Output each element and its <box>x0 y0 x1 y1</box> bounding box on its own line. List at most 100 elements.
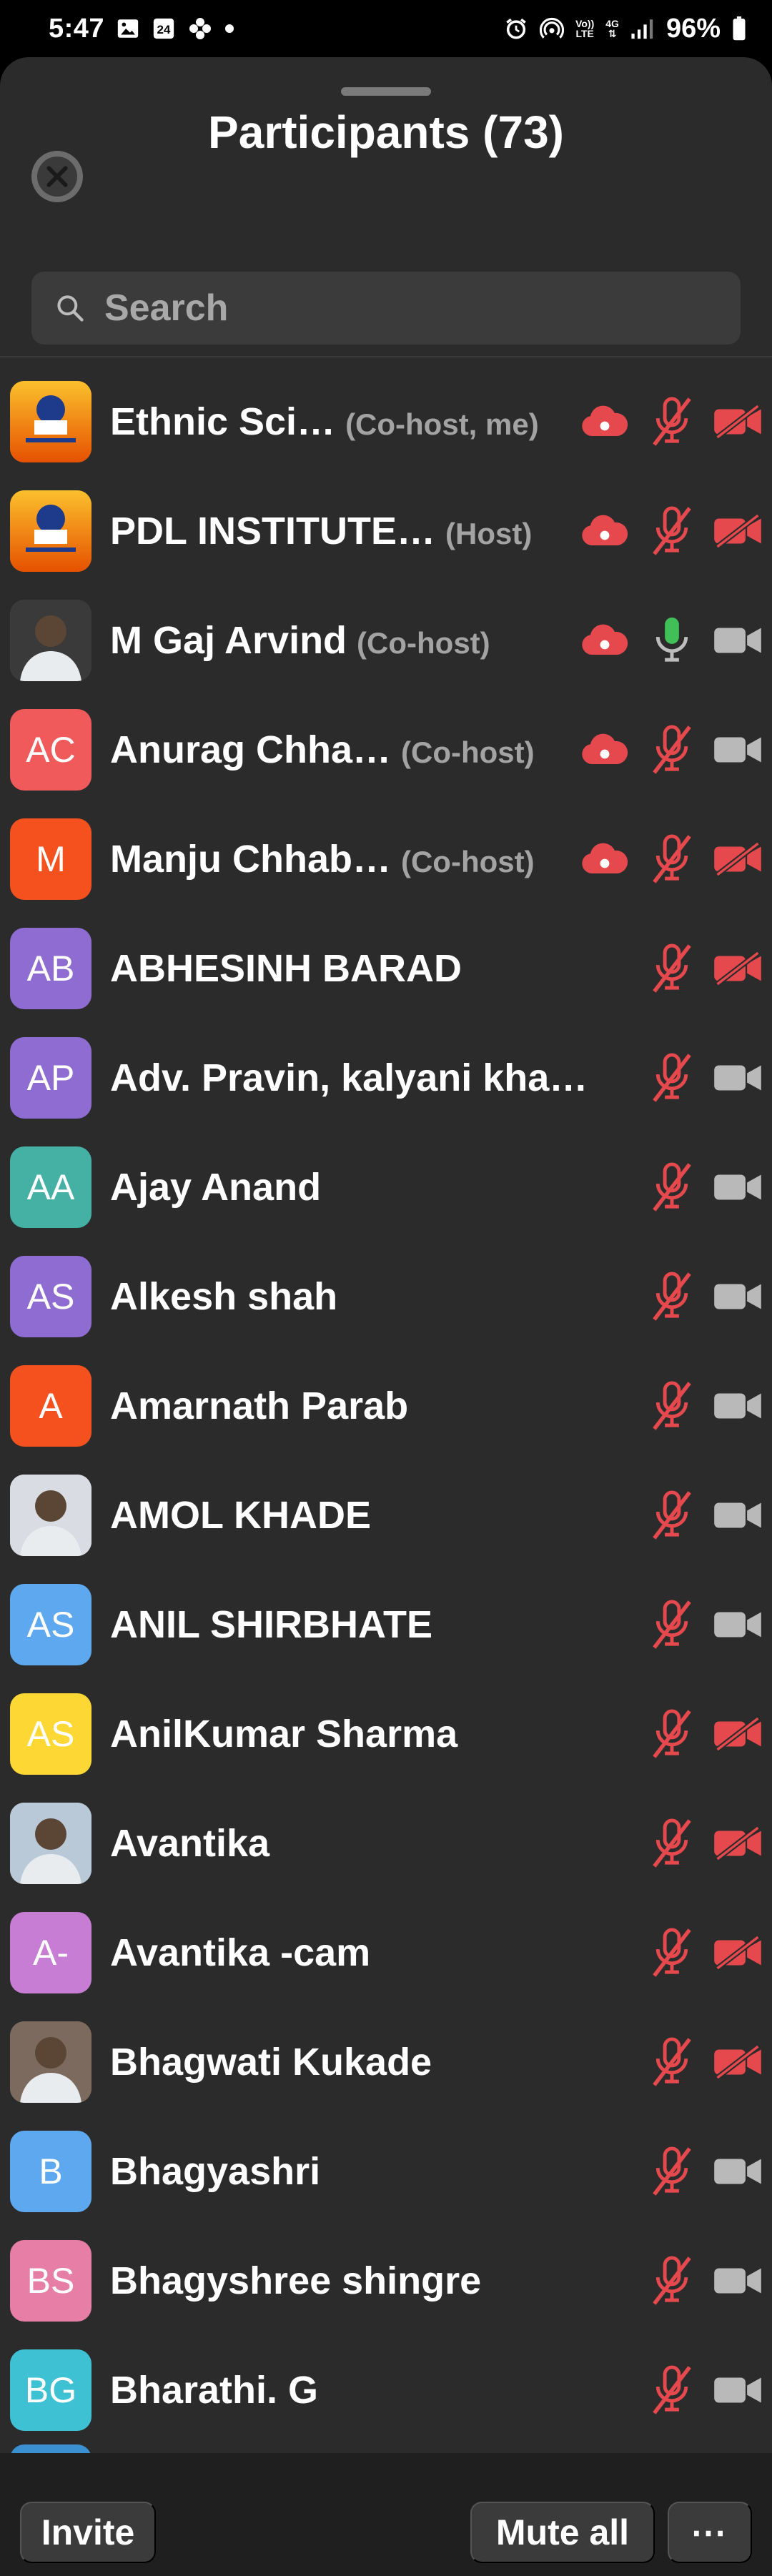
participant-row[interactable]: A Amarnath Parab <box>0 1351 772 1460</box>
cloud-recording-icon <box>578 728 632 771</box>
microphone-muted-icon[interactable] <box>647 393 697 450</box>
participant-row[interactable]: AMOL KHADE <box>0 1460 772 1570</box>
microphone-muted-icon[interactable] <box>647 2033 697 2091</box>
participant-name-wrap: Bhagwati Kukade <box>110 2040 665 2084</box>
microphone-muted-icon[interactable] <box>647 1924 697 1981</box>
microphone-muted-icon[interactable] <box>647 1049 697 1106</box>
video-camera-icon[interactable] <box>712 1275 763 1318</box>
page-title: Participants (73) <box>208 106 564 158</box>
avatar: BS <box>10 2239 91 2322</box>
participant-name: Bhagyashri <box>110 2149 321 2193</box>
video-camera-icon[interactable] <box>712 1384 763 1427</box>
avatar-initials: BG <box>24 2369 77 2410</box>
avatar <box>10 1474 91 1556</box>
participant-row[interactable]: AC Anurag Chha… (Co-host) <box>0 695 772 804</box>
microphone-muted-icon[interactable] <box>647 721 697 778</box>
microphone-muted-icon[interactable] <box>647 1268 697 1325</box>
microphone-muted-icon[interactable] <box>647 1815 697 1872</box>
video-camera-icon[interactable] <box>712 2369 763 2412</box>
participant-row[interactable]: A- Avantika -cam <box>0 1898 772 2007</box>
participant-row[interactable]: Ethnic Sci… (Co-host, me) <box>0 367 772 476</box>
divider <box>0 356 772 357</box>
participant-name-wrap: Avantika -cam <box>110 1931 665 1975</box>
battery-percent: 96% <box>665 13 721 44</box>
mute-all-button[interactable]: Mute all <box>470 2502 655 2563</box>
video-camera-icon[interactable] <box>712 1056 763 1099</box>
video-off-icon[interactable] <box>712 947 763 990</box>
hotspot-icon <box>540 16 565 41</box>
participant-row[interactable]: Bhagwati Kukade <box>0 2007 772 2116</box>
participant-name-wrap: Ajay Anand <box>110 1165 665 1209</box>
notification-badge-icon: 24 <box>152 16 176 41</box>
video-off-icon[interactable] <box>712 2041 763 2084</box>
microphone-muted-icon[interactable] <box>647 2362 697 2419</box>
participant-row[interactable]: PDL INSTITUTE… (Host) <box>0 476 772 585</box>
participant-row[interactable]: AA Ajay Anand <box>0 1132 772 1242</box>
video-camera-icon[interactable] <box>712 728 763 771</box>
participant-name-wrap: M Gaj Arvind (Co-host) <box>110 618 600 663</box>
video-off-icon[interactable] <box>712 1713 763 1755</box>
participant-name: PDL INSTITUTE… <box>110 509 436 553</box>
microphone-muted-icon[interactable] <box>647 2252 697 2309</box>
participant-row[interactable]: Avantika <box>0 1788 772 1898</box>
microphone-muted-icon[interactable] <box>647 1596 697 1653</box>
microphone-muted-icon[interactable] <box>647 831 697 888</box>
avatar-initials: BS <box>26 2260 75 2301</box>
video-off-icon[interactable] <box>712 400 763 443</box>
video-off-icon[interactable] <box>712 510 763 553</box>
video-camera-icon[interactable] <box>712 1603 763 1646</box>
avatar: BG <box>10 2349 91 2431</box>
drag-handle[interactable] <box>341 87 431 96</box>
microphone-icon[interactable] <box>647 612 697 669</box>
avatar: AS <box>10 1583 91 1665</box>
microphone-muted-icon[interactable] <box>647 1377 697 1435</box>
microphone-muted-icon[interactable] <box>647 1705 697 1763</box>
participant-row[interactable]: AS ANIL SHIRBHATE <box>0 1570 772 1679</box>
cloud-recording-icon <box>578 510 632 553</box>
avatar: A- <box>10 1911 91 1993</box>
participant-row[interactable]: AP Adv. Pravin, kalyani kha… <box>0 1023 772 1132</box>
avatar-initials: B <box>39 2151 63 2191</box>
search-bar[interactable] <box>31 272 741 345</box>
microphone-muted-icon[interactable] <box>647 1159 697 1216</box>
avatar-initials: AB <box>26 948 75 989</box>
participant-row[interactable]: AB ABHESINH BARAD <box>0 913 772 1023</box>
avatar: AB <box>10 927 91 1009</box>
participant-name-wrap: Adv. Pravin, kalyani kha… <box>110 1056 665 1100</box>
participant-name-wrap: Bharathi. G <box>110 2368 665 2412</box>
video-camera-icon[interactable] <box>712 2259 763 2302</box>
avatar: AC <box>10 708 91 791</box>
avatar <box>10 2021 91 2103</box>
more-options-button[interactable]: ⋯ <box>668 2502 752 2563</box>
avatar-initials: A <box>39 1385 63 1426</box>
participant-row[interactable]: BG Bharathi. G <box>0 2335 772 2444</box>
participant-name: Avantika -cam <box>110 1931 371 1974</box>
bottom-bar: Invite Mute all ⋯ <box>0 2453 772 2576</box>
video-camera-icon[interactable] <box>712 1166 763 1209</box>
participant-row[interactable]: B Bhagyashri <box>0 2116 772 2226</box>
video-camera-icon[interactable] <box>712 1494 763 1537</box>
participant-name: ABHESINH BARAD <box>110 946 462 990</box>
video-camera-icon[interactable] <box>712 2150 763 2193</box>
search-input[interactable] <box>104 287 719 330</box>
participant-name: Manju Chhab… <box>110 837 391 881</box>
participant-name: Ajay Anand <box>110 1165 322 1209</box>
microphone-muted-icon[interactable] <box>647 502 697 560</box>
video-off-icon[interactable] <box>712 1822 763 1865</box>
microphone-muted-icon[interactable] <box>647 2143 697 2200</box>
microphone-muted-icon[interactable] <box>647 1487 697 1544</box>
invite-button[interactable]: Invite <box>20 2502 156 2563</box>
participant-row[interactable]: M Gaj Arvind (Co-host) <box>0 585 772 695</box>
participant-name-wrap: Manju Chhab… (Co-host) <box>110 837 600 881</box>
network-gen-text: 4G <box>605 18 619 29</box>
video-off-icon[interactable] <box>712 838 763 881</box>
participant-row[interactable]: BS Bhagyshree shingre <box>0 2226 772 2335</box>
participant-role: (Co-host, me) <box>345 407 539 441</box>
video-camera-icon[interactable] <box>712 619 763 662</box>
participant-row[interactable]: M Manju Chhab… (Co-host) <box>0 804 772 913</box>
microphone-muted-icon[interactable] <box>647 940 697 997</box>
participant-row[interactable]: AS AnilKumar Sharma <box>0 1679 772 1788</box>
video-off-icon[interactable] <box>712 1931 763 1974</box>
participant-name: M Gaj Arvind <box>110 618 347 662</box>
participant-row[interactable]: AS Alkesh shah <box>0 1242 772 1351</box>
